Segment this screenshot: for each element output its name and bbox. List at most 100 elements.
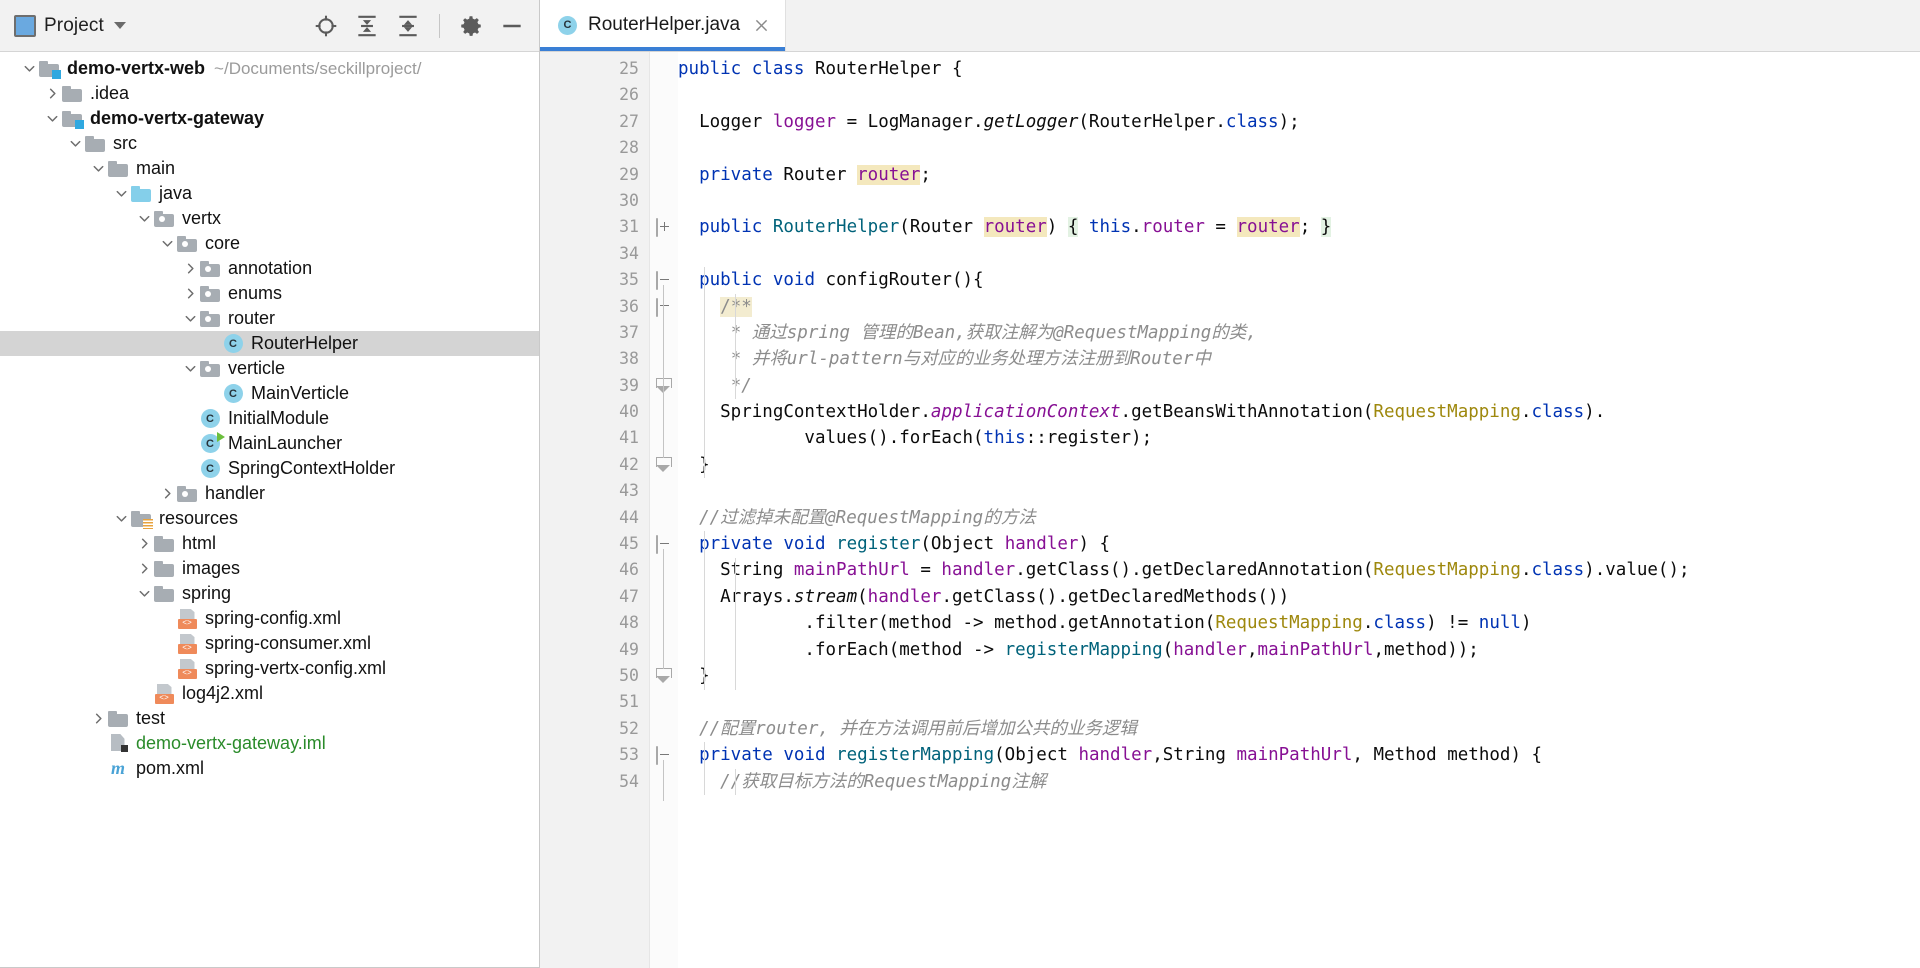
tree-item[interactable]: main [0,156,539,181]
code-folding-strip[interactable] [650,52,678,968]
code-line: public void configRouter(){ [678,267,1920,293]
chevron-down-icon[interactable] [114,22,126,29]
fold-toggle-end[interactable] [656,668,671,683]
tree-item[interactable]: <> spring-consumer.xml [0,631,539,656]
tree-item-label: log4j2.xml [182,681,263,706]
tree-item[interactable]: demo-vertx-gateway [0,106,539,131]
chevron-down-icon[interactable] [66,131,84,156]
code-viewport[interactable]: 25262728293031343536373839404142434445@4… [540,52,1920,968]
tree-item-label: handler [205,481,265,506]
code-line: private void registerMapping(Object hand… [678,742,1920,768]
xml-file-icon: <> [178,634,197,654]
chevron-right-icon[interactable] [43,81,61,106]
tree-item[interactable]: <>spring-config.xml [0,606,539,631]
chevron-right-icon[interactable] [135,531,153,556]
line-number-gutter[interactable]: 25262728293031343536373839404142434445@4… [540,52,650,968]
tree-item[interactable]: mpom.xml [0,756,539,781]
module-folder-icon [62,111,82,127]
line-number: 34 [540,241,649,267]
chevron-down-icon[interactable] [43,106,61,131]
tree-item-label: pom.xml [136,756,204,781]
tree-item[interactable]: C RouterHelper [0,331,539,356]
line-number: 54 [540,769,649,795]
toolbar-divider [439,14,440,38]
code-line: * 并将url-pattern与对应的业务处理方法注册到Router中 [678,346,1920,372]
tree-item-label: main [136,156,175,181]
expand-all-icon[interactable] [354,13,380,39]
line-number: 46 [540,557,649,583]
tree-item-label: RouterHelper [251,331,358,356]
chevron-right-icon[interactable] [135,556,153,581]
line-number: 48 [540,610,649,636]
tree-item[interactable]: html [0,531,539,556]
indent-guide [704,531,705,689]
chevron-down-icon[interactable] [181,306,199,331]
tree-item-label: test [136,706,165,731]
tree-item[interactable]: vertx [0,206,539,231]
chevron-down-icon[interactable] [181,356,199,381]
fold-toggle-end[interactable] [656,457,671,472]
line-number: 47 [540,584,649,610]
chevron-down-icon[interactable] [20,56,38,81]
chevron-down-icon[interactable] [89,156,107,181]
indent-guide [735,558,736,690]
tree-item[interactable]: .idea [0,81,539,106]
tree-item[interactable]: test [0,706,539,731]
project-panel-title[interactable]: Project [44,15,104,37]
tree-item-label: spring-config.xml [205,606,341,631]
tree-item[interactable]: CSpringContextHolder [0,456,539,481]
tree-item-label: demo-vertx-web [67,56,205,81]
line-number: 53@ [540,742,649,768]
minimize-icon[interactable] [499,13,525,39]
tree-item-label: spring-consumer.xml [205,631,371,656]
tree-item[interactable]: enums [0,281,539,306]
chevron-down-icon[interactable] [135,581,153,606]
indent-guide [704,742,705,795]
collapse-all-icon[interactable] [395,13,421,39]
tree-item[interactable]: images [0,556,539,581]
tree-item[interactable]: router [0,306,539,331]
locate-icon[interactable] [313,13,339,39]
tree-item[interactable]: demo-vertx-gateway.iml [0,731,539,756]
project-panel-header: Project [0,0,539,52]
tree-item[interactable]: <>spring-vertx-config.xml [0,656,539,681]
tree-item-label: demo-vertx-gateway [90,106,264,131]
tree-item[interactable]: demo-vertx-web~/Documents/seckillproject… [0,56,539,81]
code-line: .filter(method -> method.getAnnotation(R… [678,610,1920,636]
tree-item[interactable]: spring [0,581,539,606]
module-folder-icon [39,61,59,77]
tree-item[interactable]: core [0,231,539,256]
chevron-down-icon[interactable] [135,206,153,231]
tree-item[interactable]: annotation [0,256,539,281]
tab-routerhelper-java[interactable]: C RouterHelper.java [540,0,786,51]
chevron-down-icon[interactable] [112,506,130,531]
tree-item[interactable]: <>log4j2.xml [0,681,539,706]
chevron-right-icon[interactable] [181,281,199,306]
line-number: 41 [540,425,649,451]
tree-item[interactable]: CMainLauncher [0,431,539,456]
chevron-right-icon[interactable] [158,481,176,506]
tree-item[interactable]: java [0,181,539,206]
tree-item[interactable]: handler [0,481,539,506]
tree-item[interactable]: resources [0,506,539,531]
project-tree[interactable]: demo-vertx-web~/Documents/seckillproject… [0,52,539,968]
tree-item[interactable]: src [0,131,539,156]
chevron-right-icon[interactable] [89,706,107,731]
tree-item[interactable]: CInitialModule [0,406,539,431]
tree-item[interactable]: verticle [0,356,539,381]
tree-item-label: resources [159,506,238,531]
tree-item-label: spring-vertx-config.xml [205,656,386,681]
tree-item-label: InitialModule [228,406,329,431]
chevron-down-icon[interactable] [158,231,176,256]
fold-toggle-plus[interactable] [656,219,671,234]
java-class-icon: C [224,334,243,353]
gear-icon[interactable] [458,13,484,39]
tree-item[interactable]: CMainVerticle [0,381,539,406]
tab-label: RouterHelper.java [588,14,740,36]
close-icon[interactable] [751,15,771,35]
ide-window: Project [0,0,1920,968]
tree-spacer [181,431,199,456]
chevron-right-icon[interactable] [181,256,199,281]
source-code[interactable]: public class RouterHelper { Logger logge… [678,52,1920,968]
chevron-down-icon[interactable] [112,181,130,206]
